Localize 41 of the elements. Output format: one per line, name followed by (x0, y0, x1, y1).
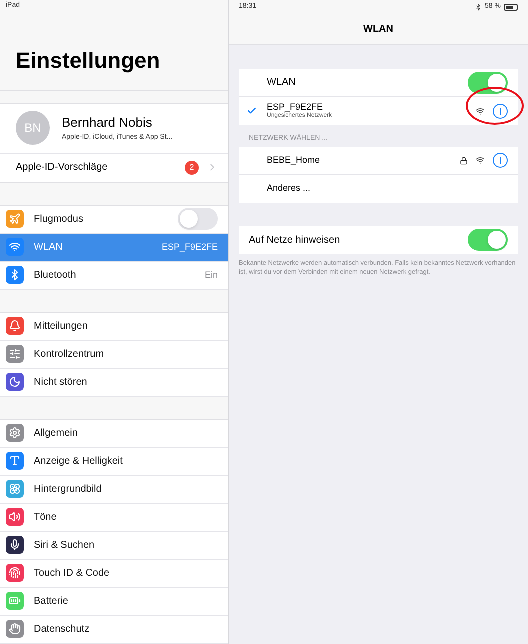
sidebar-item-label: Kontrollzentrum (34, 348, 106, 362)
sidebar-item-label: WLAN (34, 240, 64, 255)
wlan-label: WLAN (267, 76, 297, 90)
sidebar-item-label: Batterie (34, 594, 70, 609)
sidebar-item-value: Ein (204, 268, 218, 282)
sidebar-item-label: Bluetooth (34, 268, 78, 283)
notification-count: 2 (185, 160, 199, 175)
sidebar-item-label: Siri & Suchen (34, 538, 96, 553)
sidebar-item-label: Allgemein (34, 426, 79, 441)
network-name: BEBE_Home (267, 154, 322, 167)
sidebar-item-label: Touch ID & Code (34, 566, 111, 581)
network-row[interactable]: BEBE_Home (239, 147, 518, 175)
suggestions-row[interactable]: Apple-ID-Vorschläge 2 (0, 154, 228, 182)
sidebar-item-label: Hintergrundbild (34, 482, 103, 497)
sidebar-item-label: Flugmodus (34, 212, 84, 227)
wifi-icon (476, 156, 485, 165)
network-name: ESP_F9E2FE (267, 102, 324, 112)
avatar: BN (16, 111, 50, 146)
detail-title: WLAN (364, 22, 394, 36)
annotation-circle (466, 87, 524, 125)
other-network-row[interactable]: Anderes ... (239, 175, 518, 203)
other-network-label: Anderes ... (267, 182, 311, 196)
page-title: Einstellungen (16, 48, 160, 74)
info-icon[interactable] (493, 104, 508, 118)
profile-name: Bernhard Nobis (62, 114, 154, 132)
sidebar-item-label: Mitteilungen (34, 320, 89, 334)
sidebar-item[interactable]: Flugmodus (0, 206, 228, 234)
sidebar-item-label: Nicht stören (34, 376, 88, 390)
battery-icon (504, 4, 518, 10)
toggle-switch[interactable] (178, 208, 218, 230)
sidebar-item-label: Töne (34, 510, 58, 525)
wifi-icon (476, 106, 485, 116)
toggle-switch[interactable] (468, 72, 508, 94)
sidebar-item-label: Datenschutz (34, 622, 91, 637)
ask-to-join-label: Auf Netze hinweisen (249, 234, 342, 248)
suggestions-label: Apple-ID-Vorschläge (16, 161, 109, 176)
sidebar-item-label: Anzeige & Helligkeit (34, 454, 124, 469)
info-icon[interactable] (493, 153, 508, 168)
toggle-switch[interactable] (468, 229, 508, 251)
bluetooth-icon (475, 4, 482, 10)
sidebar-item-value: ESP_F9E2FE (162, 240, 218, 254)
